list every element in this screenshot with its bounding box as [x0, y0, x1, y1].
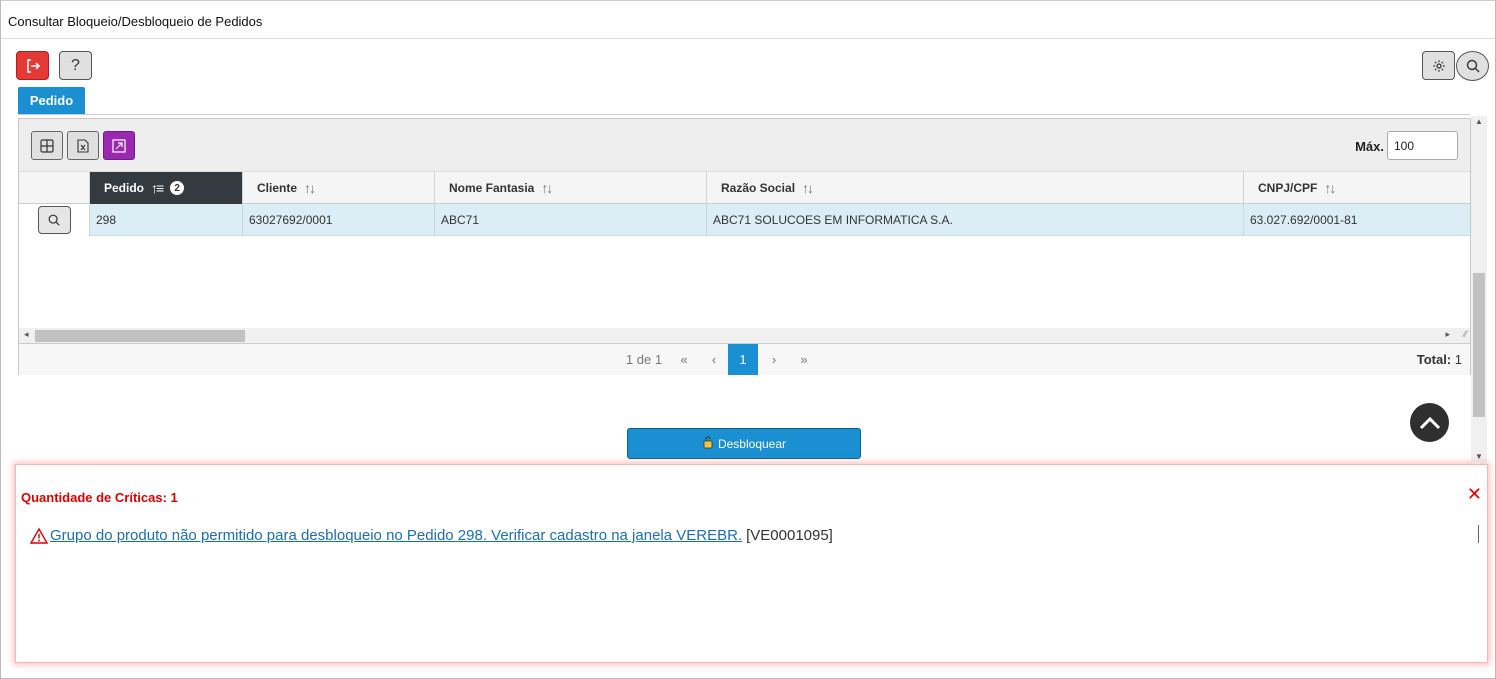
- sort-icon: ↑↓: [802, 180, 814, 196]
- scroll-left-icon[interactable]: ◂: [24, 329, 29, 340]
- sort-icon: ↑↓: [304, 180, 316, 196]
- total-label: Total:: [1416, 352, 1452, 367]
- unlock-icon: [702, 435, 714, 452]
- column-label: Razão Social: [721, 181, 796, 195]
- exit-button[interactable]: [16, 51, 49, 80]
- last-page-button[interactable]: »: [789, 344, 819, 375]
- critica-message: Grupo do produto não permitido para desb…: [30, 527, 833, 544]
- page-1-button[interactable]: 1: [728, 344, 758, 375]
- column-header-nome-fantasia[interactable]: Nome Fantasia ↑↓: [434, 172, 706, 204]
- total-value: 1: [1454, 352, 1462, 367]
- unlock-button[interactable]: Desbloquear: [627, 428, 861, 459]
- exit-icon: [26, 58, 40, 73]
- max-input[interactable]: 100: [1387, 131, 1458, 160]
- tab-pedido[interactable]: Pedido: [18, 87, 85, 114]
- expand-button[interactable]: [103, 131, 135, 160]
- tab-divider: [18, 114, 1470, 115]
- critica-link[interactable]: Grupo do produto não permitido para desb…: [50, 527, 742, 544]
- criticas-title: Quantidade de Críticas: 1: [21, 490, 178, 505]
- title-bar: Consultar Bloqueio/Desbloqueio de Pedido…: [0, 0, 1496, 39]
- table-row[interactable]: 298 63027692/0001 ABC71 ABC71 SOLUCOES E…: [19, 204, 1470, 236]
- cell-nome-fantasia: ABC71: [434, 204, 706, 236]
- table-header: Pedido ↑≡ 2 Cliente ↑↓ Nome Fantasia ↑↓ …: [19, 172, 1470, 204]
- horizontal-scrollbar[interactable]: ◂ ▸ ⁄⁄: [19, 328, 1470, 343]
- column-header-razao-social[interactable]: Razão Social ↑↓: [706, 172, 1243, 204]
- data-grid: Máx. 100 Pedido ↑≡ 2 Cliente ↑↓ Nome Fan…: [18, 118, 1471, 375]
- table-icon: [40, 138, 54, 153]
- next-page-button[interactable]: ›: [759, 344, 789, 375]
- scroll-down-icon[interactable]: ▼: [1475, 452, 1483, 461]
- column-label: Cliente: [257, 181, 298, 195]
- cell-pedido: 298: [89, 204, 242, 236]
- search-button[interactable]: [1456, 51, 1489, 81]
- scroll-right-icon[interactable]: ▸: [1445, 329, 1450, 340]
- chevron-up-icon: [1419, 416, 1440, 429]
- cell-cliente: 63027692/0001: [242, 204, 434, 236]
- pagination: 1 de 1 « ‹ 1 › » Total: 1: [19, 343, 1470, 375]
- row-action-cell: [19, 204, 89, 236]
- help-icon: ?: [71, 56, 80, 74]
- page-info: 1 de 1: [625, 352, 663, 367]
- row-view-button[interactable]: [37, 206, 71, 234]
- expand-icon: [112, 138, 126, 153]
- column-header-cnpj-cpf[interactable]: CNPJ/CPF ↑↓: [1243, 172, 1470, 204]
- cell-razao-social: ABC71 SOLUCOES EM INFORMATICA S.A.: [706, 204, 1243, 236]
- warning-icon: [30, 527, 48, 544]
- cell-cnpj-cpf: 63.027.692/0001-81: [1243, 204, 1470, 236]
- settings-button[interactable]: [1422, 51, 1455, 80]
- grid-toolbar: Máx. 100: [19, 119, 1470, 172]
- max-label: Máx.: [1355, 139, 1384, 154]
- search-icon: [48, 214, 60, 226]
- sort-icon: ↑↓: [541, 180, 553, 196]
- help-button[interactable]: ?: [59, 51, 92, 80]
- vertical-scrollbar[interactable]: ▲ ▼: [1471, 116, 1487, 462]
- column-label: CNPJ/CPF: [1258, 181, 1318, 195]
- resize-grip-icon[interactable]: ⁄⁄: [1464, 329, 1467, 339]
- first-page-button[interactable]: «: [669, 344, 699, 375]
- sort-order-badge: 2: [170, 181, 185, 195]
- scroll-up-icon[interactable]: ▲: [1475, 117, 1483, 126]
- column-label: Pedido: [104, 181, 145, 195]
- search-icon: [1466, 59, 1479, 73]
- columns-button[interactable]: [31, 131, 63, 160]
- criticas-panel: Quantidade de Críticas: 1 ✕ Grupo do pro…: [15, 464, 1488, 663]
- scroll-to-top-button[interactable]: [1410, 403, 1449, 442]
- export-excel-button[interactable]: [67, 131, 99, 160]
- column-header-cliente[interactable]: Cliente ↑↓: [242, 172, 434, 204]
- horizontal-scroll-thumb[interactable]: [35, 330, 245, 342]
- sort-icon: ↑↓: [1324, 180, 1336, 196]
- gear-icon: [1432, 59, 1445, 72]
- column-header-pedido[interactable]: Pedido ↑≡ 2: [89, 172, 242, 204]
- unlock-label: Desbloquear: [717, 436, 787, 451]
- total-count: Total: 1: [1417, 352, 1462, 367]
- prev-page-button[interactable]: ‹: [699, 344, 729, 375]
- column-label: Nome Fantasia: [449, 181, 535, 195]
- excel-file-icon: [77, 138, 89, 153]
- page-title: Consultar Bloqueio/Desbloqueio de Pedido…: [8, 14, 263, 29]
- text-cursor: [1478, 525, 1479, 543]
- close-icon[interactable]: ✕: [1467, 484, 1482, 505]
- vertical-scroll-thumb[interactable]: [1473, 273, 1485, 417]
- sort-asc-icon: ↑≡: [151, 180, 164, 196]
- critica-code: [VE0001095]: [746, 527, 833, 544]
